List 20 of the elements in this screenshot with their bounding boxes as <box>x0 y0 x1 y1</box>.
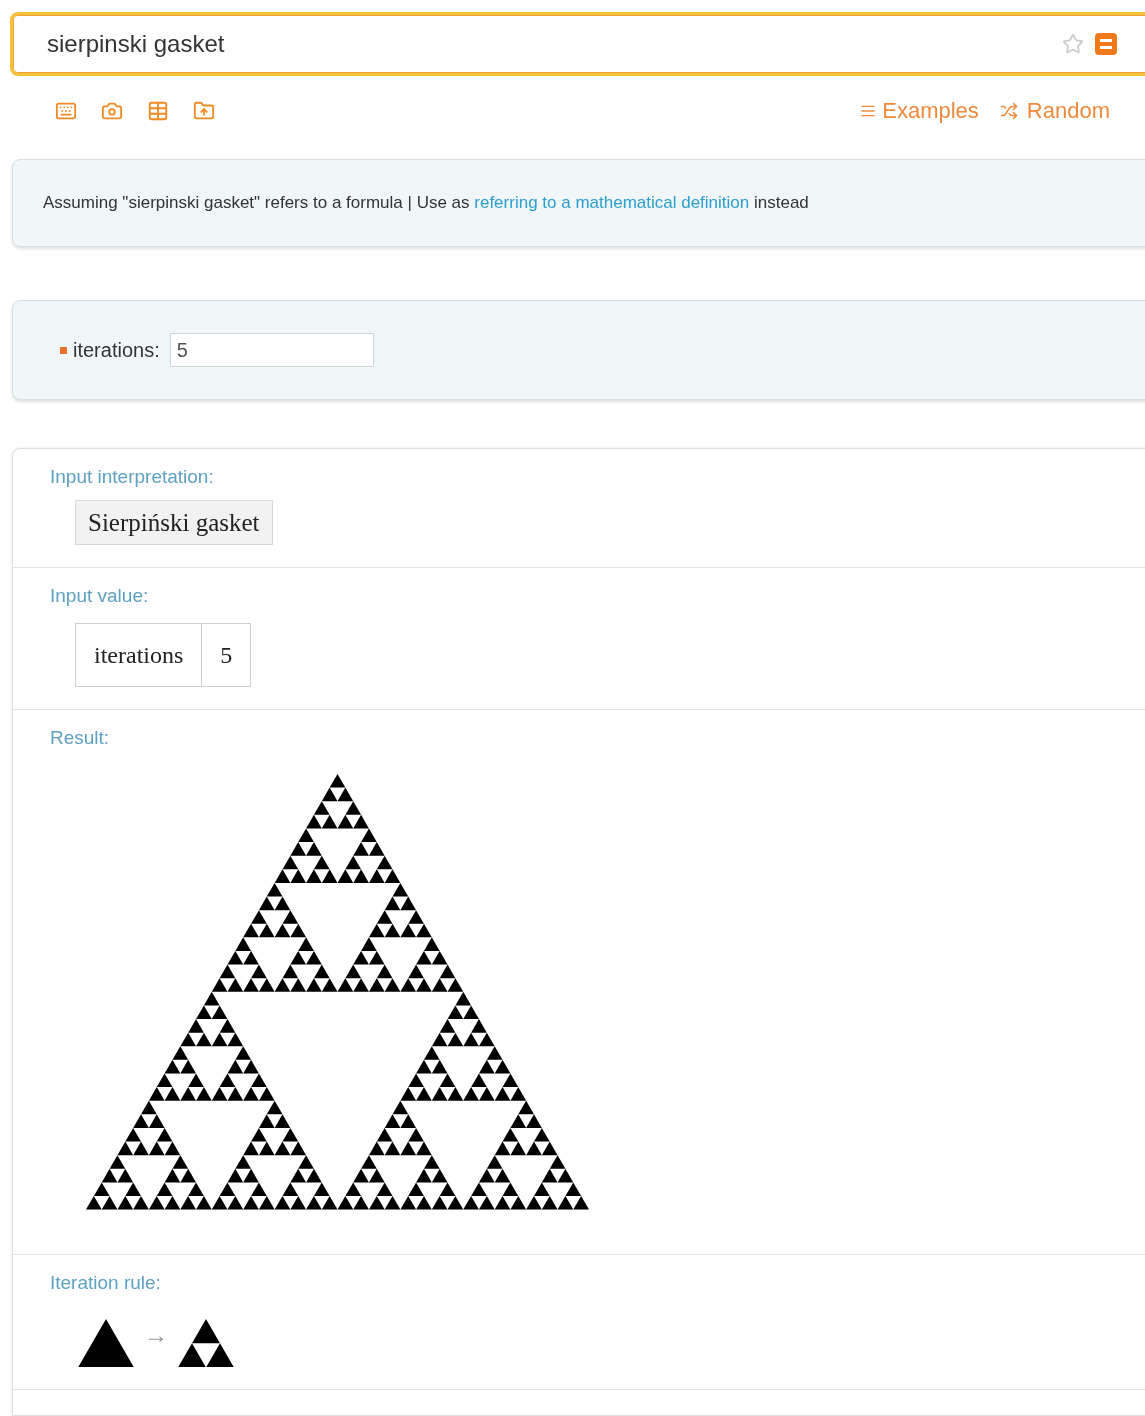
toolbar-link[interactable]: Examples <box>860 94 979 127</box>
parameter-label: iterations: <box>73 338 160 363</box>
assumption-text: Assuming "sierpinski gasket" refers to a formula | Use as referring to a mathematical definition instead <box>43 192 809 215</box>
arrow-symbol: → <box>143 1320 169 1351</box>
filled-triangle-icon <box>78 1318 134 1368</box>
table-cell-text: iterations <box>93 640 185 670</box>
pod-title: Input interpretation: <box>50 465 215 489</box>
interpretation-value: Sierpiński gasket <box>75 499 273 545</box>
definition-link[interactable]: referring to a mathematical definition <box>474 193 750 213</box>
table-cell: 5 <box>201 623 251 686</box>
pod-title: Input value: <box>50 584 150 608</box>
toolbar-link[interactable]: Random <box>996 94 1110 127</box>
pod-title: Result: <box>50 725 111 750</box>
equals-icon[interactable] <box>1094 32 1118 56</box>
subdivided-triangle-icon <box>178 1318 234 1368</box>
pod-title: Iteration rule: <box>50 1270 162 1295</box>
star-icon[interactable] <box>1062 33 1084 55</box>
input-field[interactable]: 5 <box>169 333 374 367</box>
search-field[interactable]: sierpinski gasket <box>10 12 1145 76</box>
bullet-icon <box>60 346 67 354</box>
